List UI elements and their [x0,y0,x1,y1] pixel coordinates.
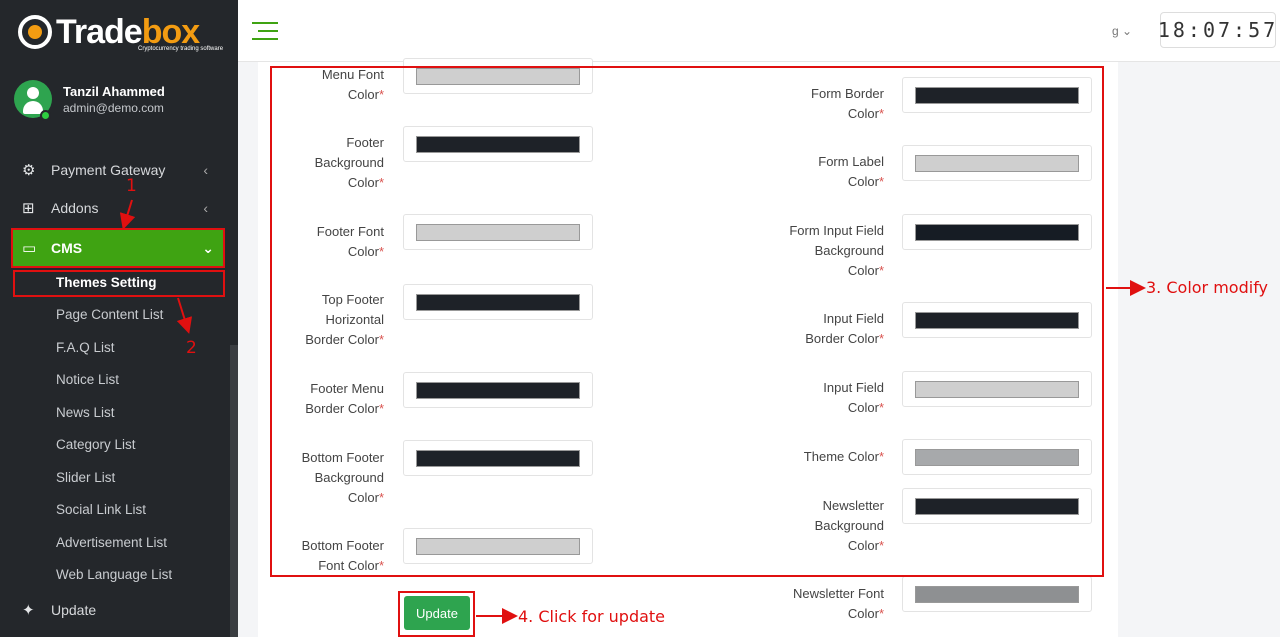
language-dropdown[interactable]: g ⌄ [1112,24,1132,38]
sidebar-subitem-advertisement-list[interactable]: Advertisement List [56,535,167,550]
sidebar-subitem-page-content-list[interactable]: Page Content List [56,307,163,322]
brand-logo[interactable]: Tradebox Cryptocurrency trading software [18,10,223,54]
annotation-step-2: 2 [186,338,197,358]
sidebar-item-update[interactable]: ✦ Update [0,592,230,628]
annotation-update-box [398,591,475,637]
sidebar-item-addons[interactable]: ⊞ Addons ‹ [0,190,230,226]
sidebar-subitem-faq-list[interactable]: F.A.Q List [56,340,115,355]
brand-tagline: Cryptocurrency trading software [138,46,224,52]
annotation-step-4: 4. Click for update [518,607,666,626]
magic-wand-icon: ✦ [22,602,35,619]
sidebar-scrollbar[interactable] [230,345,238,637]
color-swatch [915,586,1079,603]
sidebar: Tradebox Cryptocurrency trading software… [0,0,238,637]
clock-display: 18:07:57 [1158,12,1276,48]
field-label-newsletter-font-color: Newsletter Font Color* [792,586,884,621]
menu-toggle-icon[interactable] [252,22,278,46]
annotation-step-3: 3. Color modify [1146,278,1269,297]
newsletter-font-color-input[interactable] [902,576,1092,612]
logo-icon [18,15,52,49]
gears-icon: ⚙ [22,162,36,179]
user-name: Tanzil Ahammed [63,83,165,99]
chevron-left-icon: ‹ [203,200,208,216]
annotation-step-1: 1 [126,176,137,196]
user-email: admin@demo.com [63,100,164,115]
sidebar-subitem-social-link-list[interactable]: Social Link List [56,502,146,517]
top-bar: g ⌄ 18:07:57 [238,0,1280,62]
sidebar-subitem-web-language-list[interactable]: Web Language List [56,567,172,582]
sidebar-item-payment-gateway[interactable]: ⚙ Payment Gateway ‹ [0,152,230,188]
online-status-dot [40,110,51,121]
sitemap-icon: ⊞ [22,200,35,217]
annotation-color-fields-box [270,66,1104,577]
chevron-left-icon: ‹ [203,162,208,178]
annotation-cms-box [11,228,225,268]
sidebar-subitem-slider-list[interactable]: Slider List [56,470,115,485]
sidebar-subitem-category-list[interactable]: Category List [56,437,136,452]
chevron-down-icon: ⌄ [1122,24,1133,38]
sidebar-subitem-news-list[interactable]: News List [56,405,115,420]
annotation-themes-setting-box [13,270,225,297]
user-profile[interactable]: Tanzil Ahammed admin@demo.com [14,80,165,118]
sidebar-subitem-notice-list[interactable]: Notice List [56,372,119,387]
